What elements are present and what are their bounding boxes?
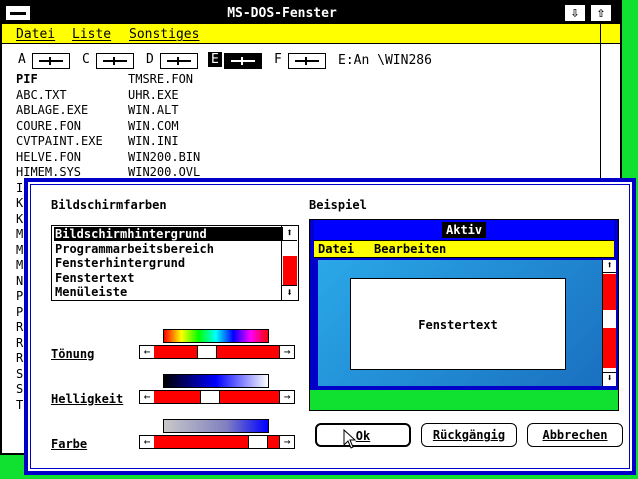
hue-slider[interactable]: ← → — [139, 345, 295, 359]
slider-right-arrow-icon[interactable]: → — [279, 436, 294, 448]
file-entry[interactable]: COURE.FON — [16, 119, 126, 135]
mouse-pointer-icon — [343, 429, 357, 449]
cancel-button-label: Abbrechen — [542, 428, 608, 442]
hue-label: Tönung — [51, 347, 94, 361]
color-color-bar — [163, 419, 269, 433]
sample-preview: Aktiv Datei Bearbeiten Fenstertext ⬆ ⬇ — [309, 219, 619, 411]
drive-letter: C — [82, 52, 90, 67]
ok-button[interactable]: Ok — [315, 423, 411, 447]
file-entry[interactable]: ABLAGE.EXE — [16, 103, 126, 119]
slider-left-arrow-icon[interactable]: ← — [140, 346, 155, 358]
drive-c[interactable]: C — [82, 52, 134, 70]
file-entry[interactable]: WIN.COM — [128, 119, 258, 135]
color-slider[interactable]: ← → — [139, 435, 295, 449]
window-title: MS-DOS-Fenster — [227, 6, 337, 21]
file-list-column-2: TMSRE.FON UHR.EXE WIN.ALT WIN.COM WIN.INI WIN… — [128, 72, 258, 181]
maximize-button[interactable]: ⇧ — [590, 4, 612, 22]
brightness-label: Helligkeit — [51, 392, 123, 406]
hue-slider-thumb[interactable] — [197, 346, 218, 358]
drive-letter: D — [146, 52, 154, 67]
file-entry[interactable]: CVTPAINT.EXE — [16, 134, 126, 150]
sample-window-text: Fenstertext — [418, 318, 498, 332]
slider-left-arrow-icon[interactable]: ← — [140, 436, 155, 448]
listbox-item[interactable]: Fensterhintergrund — [54, 256, 283, 270]
scroll-down-icon[interactable]: ⬇ — [282, 285, 297, 300]
minimize-button[interactable]: ⇩ — [564, 4, 586, 22]
slider-right-arrow-icon[interactable]: → — [279, 346, 294, 358]
drive-letter: A — [18, 52, 26, 67]
listbox-item[interactable]: Fenstertext — [54, 271, 283, 285]
cancel-button[interactable]: Abbrechen — [527, 423, 623, 447]
scroll-up-icon[interactable]: ⬆ — [282, 226, 297, 241]
color-slider-thumb[interactable] — [247, 436, 268, 448]
listbox-item[interactable]: Bildschirmhintergrund — [54, 227, 283, 241]
file-entry[interactable]: WIN.INI — [128, 134, 258, 150]
slider-right-arrow-icon[interactable]: → — [279, 391, 294, 403]
sample-menu-bar: Datei Bearbeiten — [314, 240, 614, 258]
color-label-text: Farbe — [51, 437, 88, 451]
file-entry[interactable]: ABC.TXT — [16, 88, 126, 104]
hue-color-bar — [163, 329, 269, 343]
drive-icon — [288, 53, 326, 69]
element-listbox[interactable]: Bildschirmhintergrund Programmarbeitsbere… — [51, 225, 299, 301]
file-entry[interactable]: HELVE.FON — [16, 150, 126, 166]
brightness-label-text: Helligkeit — [51, 392, 124, 406]
menu-bar: Datei Liste Sonstiges — [2, 24, 620, 44]
sample-scrollbar: ⬆ ⬇ — [602, 260, 616, 386]
file-entry[interactable]: WIN.ALT — [128, 103, 258, 119]
sample-scroll-down-icon: ⬇ — [603, 372, 616, 385]
drive-icon — [96, 53, 134, 69]
sample-label: Beispiel — [309, 198, 367, 212]
current-path: E:An \WIN286 — [338, 53, 432, 68]
drive-d[interactable]: D — [146, 52, 198, 70]
file-entry[interactable]: PIF — [16, 72, 126, 88]
menu-sonstiges[interactable]: Sonstiges — [129, 27, 199, 42]
drive-a[interactable]: A — [18, 52, 70, 70]
up-arrow-icon: ⇧ — [596, 5, 606, 21]
drive-f[interactable]: F — [274, 52, 326, 70]
dialog-frame: Bildschirmfarben Bildschirmhintergrund Pr… — [30, 184, 630, 469]
menu-datei[interactable]: Datei — [16, 27, 55, 42]
screen-colors-dialog: Bildschirmfarben Bildschirmhintergrund Pr… — [24, 178, 636, 475]
listbox-item[interactable]: Menüleiste — [54, 285, 283, 299]
menu-liste[interactable]: Liste — [72, 27, 111, 42]
sample-scroll-fill — [603, 274, 616, 310]
file-entry[interactable]: TMSRE.FON — [128, 72, 258, 88]
down-arrow-icon: ⇩ — [570, 5, 580, 21]
color-label: Farbe — [51, 437, 87, 451]
slider-left-arrow-icon[interactable]: ← — [140, 391, 155, 403]
ok-button-label: Ok — [355, 429, 371, 443]
dialog-title: Bildschirmfarben — [51, 198, 167, 212]
listbox-scrollbar[interactable]: ⬆ ⬇ — [281, 226, 298, 300]
sample-scroll-fill — [603, 328, 616, 368]
undo-button-label: Rückgängig — [432, 428, 506, 442]
brightness-slider-thumb[interactable] — [200, 391, 221, 403]
title-bar[interactable]: MS-DOS-Fenster ⇩ ⇧ — [2, 2, 620, 24]
undo-button[interactable]: Rückgängig — [421, 423, 517, 447]
drive-icon — [224, 53, 262, 69]
brightness-slider[interactable]: ← → — [139, 390, 295, 404]
listbox-item[interactable]: Programmarbeitsbereich — [54, 242, 283, 256]
sample-scroll-up-icon: ⬆ — [603, 260, 616, 273]
sample-active-title: Aktiv — [442, 222, 487, 238]
drive-icon — [160, 53, 198, 69]
brightness-color-bar — [163, 374, 269, 388]
file-entry[interactable]: WIN200.BIN — [128, 150, 258, 166]
scroll-thumb[interactable] — [283, 256, 297, 286]
drive-letter: F — [274, 52, 282, 67]
drive-letter: E — [208, 52, 222, 67]
drive-icon — [32, 53, 70, 69]
file-entry[interactable]: UHR.EXE — [128, 88, 258, 104]
sample-menu-datei: Datei — [318, 242, 355, 256]
hue-label-text: Tönung — [51, 347, 95, 361]
drive-e-selected[interactable]: E — [208, 52, 262, 70]
sample-menu-bearbeiten: Bearbeiten — [374, 242, 447, 256]
